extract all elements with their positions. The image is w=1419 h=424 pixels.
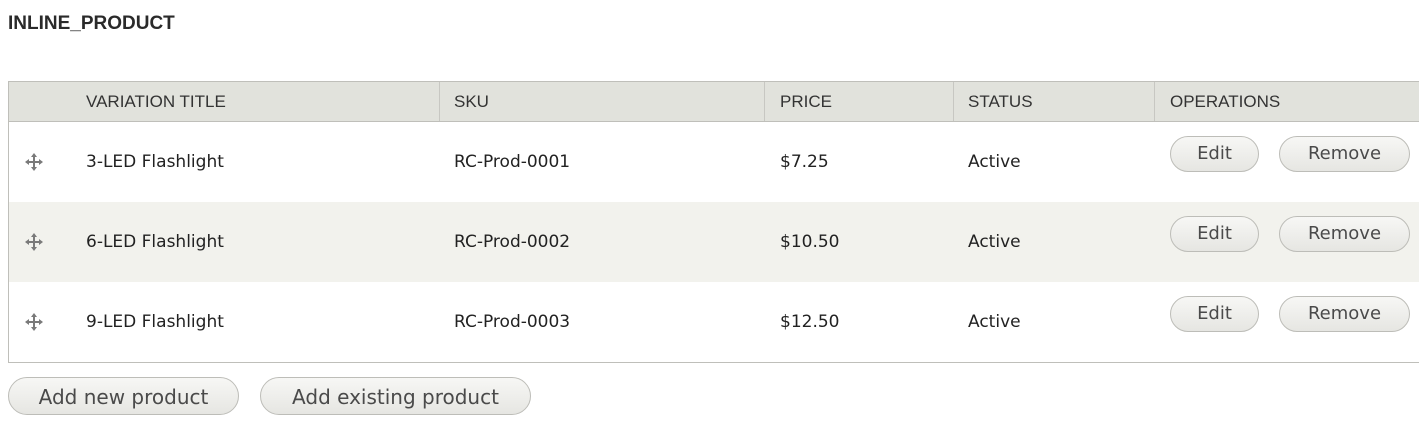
inline-entity-form: INLINE_PRODUCT VARIATION TITLE SKU PRICE…	[0, 0, 1419, 424]
remove-button[interactable]: Remove	[1279, 296, 1410, 332]
sku-value: RC-Prod-0002	[454, 232, 571, 252]
table-row: 3-LED Flashlight RC-Prod-0001 $7.25 Acti…	[9, 122, 1419, 202]
sku-value: RC-Prod-0001	[454, 152, 571, 172]
status-value: Active	[968, 232, 1021, 252]
edit-button[interactable]: Edit	[1170, 296, 1259, 332]
table-header: VARIATION TITLE SKU PRICE STATUS OPERATI…	[9, 82, 1419, 122]
field-label: INLINE_PRODUCT	[8, 13, 175, 34]
header-divider	[953, 82, 954, 121]
header-price: PRICE	[780, 92, 832, 111]
status-value: Active	[968, 312, 1021, 332]
header-operations: OPERATIONS	[1170, 92, 1281, 111]
drag-handle-icon[interactable]	[24, 152, 44, 172]
header-divider	[439, 82, 440, 121]
table-row: 9-LED Flashlight RC-Prod-0003 $12.50 Act…	[9, 282, 1419, 362]
price-value: $10.50	[780, 232, 840, 252]
edit-button[interactable]: Edit	[1170, 216, 1259, 252]
add-new-product-button[interactable]: Add new product	[8, 377, 239, 415]
variations-table: VARIATION TITLE SKU PRICE STATUS OPERATI…	[8, 81, 1419, 363]
drag-handle-icon[interactable]	[24, 232, 44, 252]
edit-button[interactable]: Edit	[1170, 136, 1259, 172]
header-sku: SKU	[454, 92, 489, 111]
price-value: $12.50	[780, 312, 840, 332]
remove-button[interactable]: Remove	[1279, 136, 1410, 172]
status-value: Active	[968, 152, 1021, 172]
remove-button[interactable]: Remove	[1279, 216, 1410, 252]
table-row: 6-LED Flashlight RC-Prod-0002 $10.50 Act…	[9, 202, 1419, 282]
add-existing-product-button[interactable]: Add existing product	[260, 377, 531, 415]
drag-handle-icon[interactable]	[24, 312, 44, 332]
variation-title: 9-LED Flashlight	[86, 312, 224, 332]
price-value: $7.25	[780, 152, 829, 172]
header-variation-title: VARIATION TITLE	[86, 92, 226, 111]
header-divider	[1154, 82, 1155, 121]
sku-value: RC-Prod-0003	[454, 312, 571, 332]
variation-title: 6-LED Flashlight	[86, 232, 224, 252]
variation-title: 3-LED Flashlight	[86, 152, 224, 172]
header-divider	[764, 82, 765, 121]
header-status: STATUS	[968, 92, 1033, 111]
